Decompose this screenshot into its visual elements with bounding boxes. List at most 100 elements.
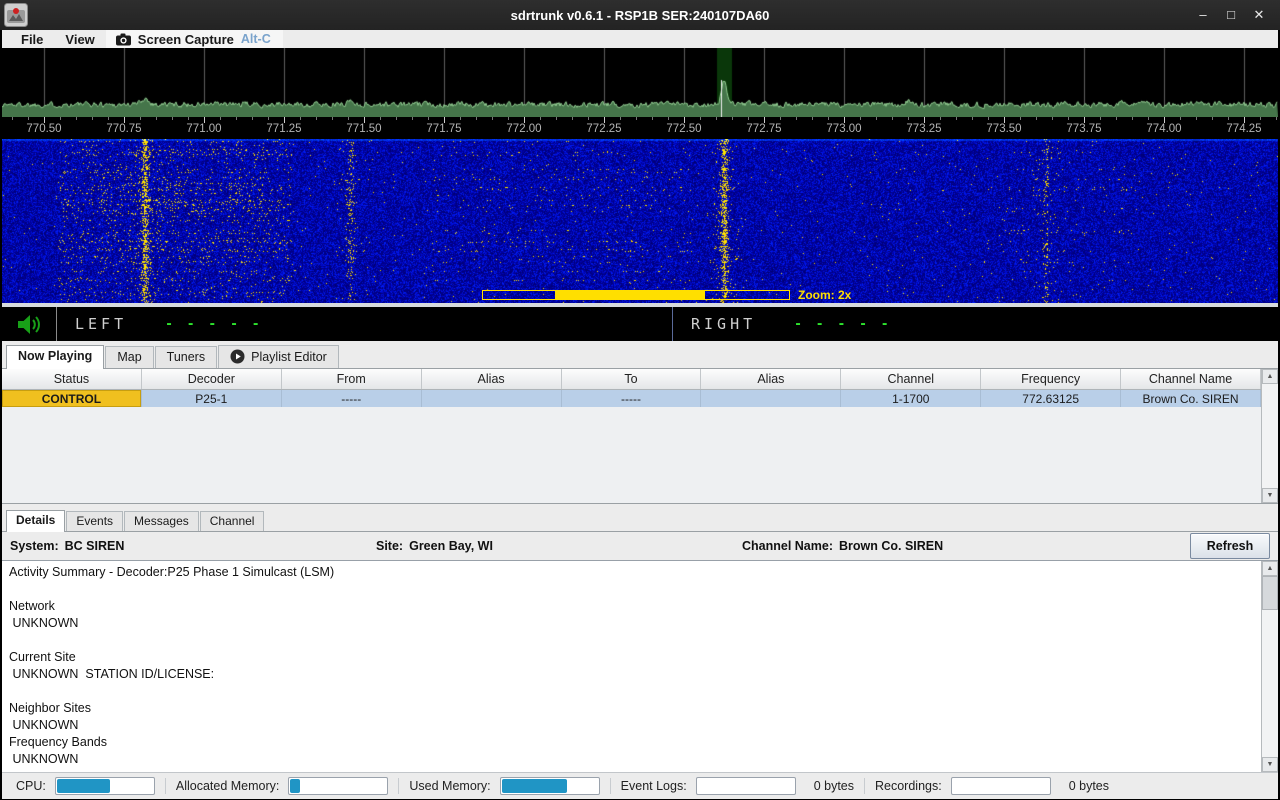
waterfall-zoom-indicator[interactable]: Zoom: 2x (482, 290, 851, 300)
activity-text: Activity Summary - Decoder:P25 Phase 1 S… (2, 561, 1261, 772)
cell-decoder: P25-1 (142, 390, 282, 407)
menu-screen-capture-shortcut: Alt-C (241, 32, 271, 46)
tab-label: Tuners (167, 350, 205, 364)
used-progress-fill (502, 779, 568, 793)
system-label: System: (10, 539, 59, 553)
scroll-down-icon[interactable]: ▼ (1262, 757, 1278, 772)
menu-screen-capture-label: Screen Capture (138, 32, 234, 47)
main-tab-bar: Now Playing Map Tuners Playlist Editor (2, 341, 1278, 369)
used-memory-label: Used Memory: (409, 779, 490, 793)
frequency-tick-label: 774.00 (1146, 123, 1181, 135)
tab-label: Details (16, 513, 55, 527)
frequency-tick-label: 771.00 (186, 123, 221, 135)
camera-icon (116, 33, 131, 46)
minor-ticks (2, 117, 1278, 120)
frequency-tick-label: 773.00 (826, 123, 861, 135)
event-logs-size: 0 bytes (814, 779, 854, 793)
frequency-scale: 770.50770.75771.00771.25771.50771.75772.… (2, 117, 1278, 139)
event-logs-status: Event Logs: 0 bytes (621, 777, 854, 795)
column-header-decoder[interactable]: Decoder (142, 369, 282, 389)
site-info: Site:Green Bay, WI (376, 539, 493, 553)
recordings-progress (951, 777, 1051, 795)
tab-channel[interactable]: Channel (200, 511, 265, 531)
frequency-tick-label: 773.25 (906, 123, 941, 135)
activity-scroll-track[interactable] (1262, 576, 1278, 757)
column-header-status[interactable]: Status (2, 369, 142, 389)
frequency-tick-label: 770.50 (26, 123, 61, 135)
audio-channel-right[interactable]: RIGHT - - - - - (672, 307, 1278, 341)
scroll-down-icon[interactable]: ▼ (1262, 488, 1278, 503)
title-bar: sdrtrunk v0.6.1 - RSP1B SER:240107DA60 –… (0, 0, 1280, 30)
column-header-from[interactable]: From (282, 369, 422, 389)
zoom-region-fill[interactable] (555, 291, 705, 299)
recordings-label: Recordings: (875, 779, 942, 793)
scroll-up-icon[interactable]: ▲ (1262, 369, 1278, 384)
activity-scroll-thumb[interactable] (1262, 576, 1278, 610)
tab-label: Events (76, 514, 113, 528)
menu-screen-capture[interactable]: Screen Capture Alt-C (106, 30, 283, 48)
status-separator (610, 778, 611, 794)
column-header-channel[interactable]: Channel (841, 369, 981, 389)
event-logs-progress (696, 777, 796, 795)
tab-messages[interactable]: Messages (124, 511, 199, 531)
speaker-icon[interactable] (16, 314, 43, 335)
status-separator (398, 778, 399, 794)
column-header-channel-name[interactable]: Channel Name (1121, 369, 1261, 389)
audio-divider (56, 307, 57, 341)
recordings-size: 0 bytes (1069, 779, 1109, 793)
close-button[interactable]: ✕ (1252, 0, 1266, 30)
table-header-row: StatusDecoderFromAliasToAliasChannelFreq… (2, 369, 1261, 390)
cell-from: ----- (282, 390, 422, 407)
channel-name-label: Channel Name: (742, 539, 833, 553)
table-scroll-track[interactable] (1262, 384, 1278, 488)
allocated-memory-label: Allocated Memory: (176, 779, 280, 793)
menu-file[interactable]: File (10, 30, 54, 48)
column-header-alias[interactable]: Alias (701, 369, 841, 389)
cpu-progress-fill (57, 779, 110, 793)
frequency-tick-label: 772.00 (506, 123, 541, 135)
cell-to: ----- (562, 390, 702, 407)
tab-playlist-editor[interactable]: Playlist Editor (218, 345, 339, 368)
channel-row[interactable]: CONTROLP25-1----------1-1700772.63125Bro… (2, 390, 1261, 407)
zoom-region-track[interactable] (482, 290, 790, 300)
tab-label: Now Playing (18, 349, 92, 363)
play-icon (230, 349, 245, 364)
status-bar: CPU: Allocated Memory: Used Memory: Even… (2, 772, 1278, 799)
scroll-up-icon[interactable]: ▲ (1262, 561, 1278, 576)
audio-panel: LEFT - - - - - RIGHT - - - - - (2, 307, 1278, 341)
frequency-tick-label: 770.75 (106, 123, 141, 135)
table-scrollbar[interactable]: ▲ ▼ (1261, 369, 1278, 503)
cell-frequency: 772.63125 (981, 390, 1121, 407)
event-logs-label: Event Logs: (621, 779, 687, 793)
tab-tuners[interactable]: Tuners (155, 346, 217, 368)
minimize-button[interactable]: – (1196, 0, 1210, 30)
tab-label: Channel (210, 514, 255, 528)
allocated-memory-status: Allocated Memory: (176, 777, 389, 795)
tab-map[interactable]: Map (105, 346, 153, 368)
audio-right-label: RIGHT (691, 315, 756, 333)
spectrum-display[interactable] (2, 48, 1278, 117)
column-header-to[interactable]: To (562, 369, 702, 389)
column-header-frequency[interactable]: Frequency (981, 369, 1121, 389)
menu-view[interactable]: View (54, 30, 105, 48)
frequency-tick-label: 771.50 (346, 123, 381, 135)
maximize-button[interactable]: □ (1224, 0, 1238, 30)
tab-now-playing[interactable]: Now Playing (6, 345, 104, 369)
site-value: Green Bay, WI (409, 539, 493, 553)
tab-label: Playlist Editor (251, 350, 327, 364)
frequency-tick-label: 772.25 (586, 123, 621, 135)
tab-label: Map (117, 350, 141, 364)
activity-summary-panel[interactable]: Activity Summary - Decoder:P25 Phase 1 S… (2, 560, 1278, 772)
tab-events[interactable]: Events (66, 511, 123, 531)
refresh-button[interactable]: Refresh (1190, 533, 1270, 559)
window-title: sdrtrunk v0.6.1 - RSP1B SER:240107DA60 (0, 8, 1280, 23)
recordings-status: Recordings: 0 bytes (875, 777, 1109, 795)
column-header-alias[interactable]: Alias (422, 369, 562, 389)
waterfall-display[interactable]: Zoom: 2x (2, 139, 1278, 303)
activity-scrollbar[interactable]: ▲ ▼ (1261, 561, 1278, 772)
app-window: sdrtrunk v0.6.1 - RSP1B SER:240107DA60 –… (0, 0, 1280, 799)
cell-alias (422, 390, 562, 407)
spectrum-canvas (2, 48, 1278, 117)
audio-channel-left[interactable]: LEFT - - - - - (2, 307, 672, 341)
tab-details[interactable]: Details (6, 510, 65, 532)
